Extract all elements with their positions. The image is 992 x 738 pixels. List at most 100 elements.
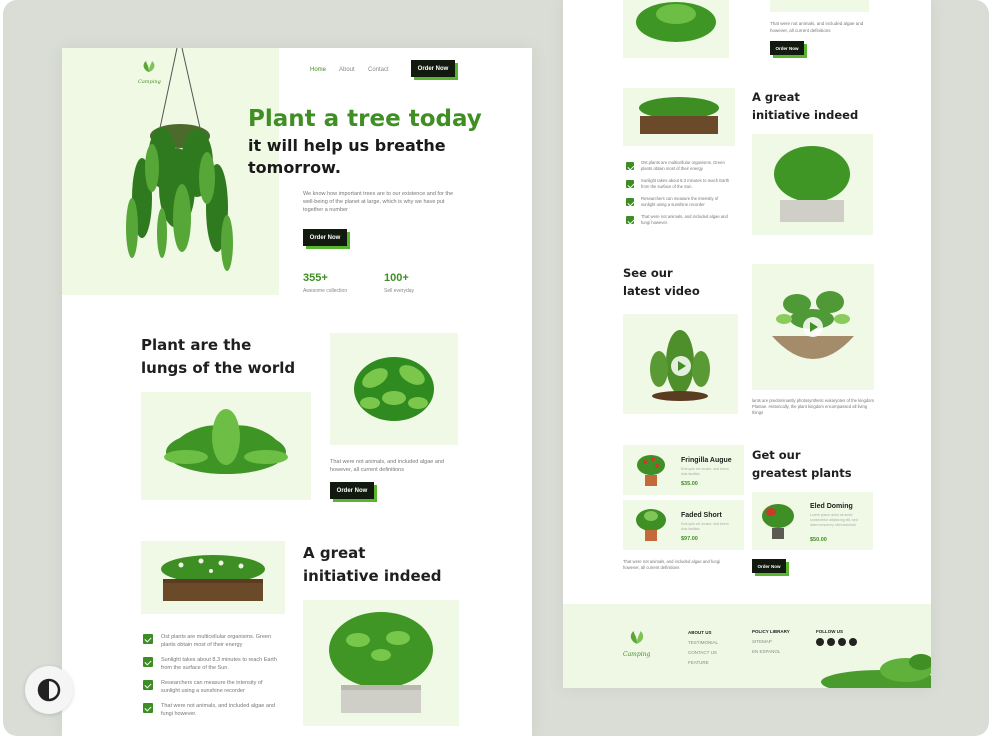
product-desc: Erat quis vel ornare, sed lorem duis fac…	[681, 467, 729, 476]
hanging-plant-image	[126, 48, 233, 271]
initiative-item-4-small: That were not animals, and included alga…	[641, 214, 728, 225]
play-icon[interactable]	[671, 356, 691, 376]
product-name: Faded Short	[681, 512, 722, 519]
top-right-tile	[770, 0, 869, 12]
landing-page-right: That were not animals, and included alga…	[563, 0, 931, 688]
cactus-video-tile[interactable]	[623, 314, 738, 414]
nav-contact[interactable]: Contact	[368, 67, 389, 73]
top-plant-image	[636, 2, 716, 42]
presentation-backdrop: Camping Home About Contact Order Now Pla…	[3, 0, 989, 736]
product-price: $97.00	[681, 536, 698, 542]
products-title-line2: greatest plants	[752, 466, 852, 480]
initiative-item-2-small: Sunlight takes about 8.3 minutes to reac…	[641, 178, 730, 189]
fern-image-tile	[141, 392, 311, 500]
footer-link-espanol[interactable]: EN ESPANOL	[752, 649, 780, 654]
pot-plant-tile-small	[752, 134, 873, 235]
initiative-title-line2: initiative indeed	[303, 567, 442, 585]
initiative-title-line1-small: A great	[752, 90, 800, 104]
nav-about[interactable]: About	[339, 67, 355, 73]
initiative-item-3: Researchers can measure the intensity of…	[161, 680, 263, 694]
social-icon[interactable]	[816, 638, 824, 646]
product-image-eled-doming	[762, 504, 794, 539]
fern-plant-image	[164, 409, 288, 474]
top-plant-image-tile	[623, 0, 729, 58]
checkmark-icon	[143, 703, 153, 713]
products-order-now-button[interactable]: Order Now	[752, 559, 786, 573]
initiative-item-4: That were not animals, and included alga…	[161, 703, 276, 717]
checkmark-icon	[143, 634, 153, 644]
hero-subtitle-line2: tomorrow.	[248, 158, 341, 177]
potted-plant-image	[329, 612, 433, 713]
products-title-line1: Get our	[752, 448, 801, 462]
lungs-order-now-button[interactable]: Order Now	[330, 482, 374, 499]
footer-link-sitemap[interactable]: SITEMAP	[752, 639, 772, 644]
product-desc: Erat quis vel ornare, sed lorem duis fac…	[681, 522, 729, 531]
dieffenbachia-image-tile	[330, 333, 458, 445]
social-icon[interactable]	[838, 638, 846, 646]
product-name: Eled Doming	[810, 503, 853, 510]
lungs-title-line2: lungs of the world	[141, 359, 296, 377]
initiative-item-1-small: Ost plants are multicellular organisms. …	[641, 160, 725, 171]
product-card-eled-doming[interactable]: Eled Doming Lorem ipsum dolor sit amet, …	[752, 492, 873, 550]
lungs-title-line1: Plant are the	[141, 336, 252, 354]
video-title-line1: See our	[623, 266, 673, 280]
footer-logo[interactable]: Camping	[623, 630, 650, 658]
stat-value-collection: 355+	[303, 272, 328, 284]
footer-heading-follow: FOLLOW US	[816, 629, 843, 634]
nav-home[interactable]: Home	[310, 67, 326, 73]
product-desc: Lorem ipsum dolor sit amet, consectetur …	[810, 513, 858, 527]
product-card-fringilla[interactable]: Fringilla Augue Erat quis vel ornare, se…	[623, 445, 744, 495]
products-note: That were not animals, and included alga…	[623, 559, 721, 570]
landing-page-left: Camping Home About Contact Order Now Pla…	[62, 48, 532, 736]
footer-link-contact[interactable]: CONTACT US	[688, 650, 717, 655]
planter-box-image	[161, 555, 265, 601]
product-price: $35.00	[681, 481, 698, 487]
checkmark-icon	[143, 657, 153, 667]
top-description: That were not animals, and included alga…	[770, 21, 864, 33]
social-icon[interactable]	[849, 638, 857, 646]
product-price: $50.00	[810, 537, 827, 543]
product-image-fringilla	[637, 455, 665, 486]
hero-order-now-button[interactable]: Order Now	[303, 229, 347, 246]
product-name: Fringilla Augue	[681, 457, 732, 464]
hero-description: We know how important trees are to our e…	[303, 191, 454, 213]
video-title-line2: latest video	[623, 284, 700, 298]
theme-toggle-button[interactable]	[25, 666, 73, 714]
dieffenbachia-plant-image	[354, 357, 434, 421]
footer-logo-text: Camping	[623, 651, 651, 658]
video-description: lants are predominantly photosynthetic e…	[752, 398, 874, 415]
initiative-item-1: Ost plants are multicellular organisms. …	[161, 634, 272, 648]
planter-image-tile-small	[623, 88, 735, 146]
planter-image-tile	[141, 541, 285, 614]
hero-subtitle-line1: it will help us breathe	[248, 136, 446, 155]
footer-heading-policy: POLICY LIBRARY	[752, 629, 790, 634]
product-image-faded-short	[636, 509, 666, 541]
nav-order-now-button[interactable]: Order Now	[411, 60, 455, 77]
footer-link-testimonial[interactable]: TESTIMONIAL	[688, 640, 718, 645]
play-icon[interactable]	[803, 317, 823, 337]
footer: Camping ABOUT US TESTIMONIAL CONTACT US …	[563, 604, 931, 688]
checkmark-icon	[626, 162, 634, 170]
product-card-faded-short[interactable]: Faded Short Erat quis vel ornare, sed lo…	[623, 500, 744, 550]
footer-foliage-image	[821, 654, 931, 688]
contrast-icon	[37, 678, 61, 702]
hero-title: Plant a tree today	[248, 106, 482, 132]
stat-label-sell: Sell everyday	[384, 288, 415, 294]
planter-box-image-small	[639, 97, 719, 134]
pot-plant-image-tile	[303, 600, 459, 726]
footer-heading-about: ABOUT US	[688, 630, 712, 635]
lungs-description: That were not animals, and included alga…	[330, 459, 445, 473]
checkmark-icon	[626, 198, 634, 206]
top-order-now-button[interactable]: Order Now	[770, 41, 804, 55]
checkmark-icon	[143, 680, 153, 690]
succulent-video-tile[interactable]	[752, 264, 874, 390]
social-icon[interactable]	[827, 638, 835, 646]
initiative-item-3-small: Researchers can measure the intensity of…	[641, 196, 719, 207]
logo-leaf-icon	[630, 631, 643, 644]
initiative-title-line1: A great	[303, 544, 366, 562]
checkmark-icon	[626, 216, 634, 224]
potted-plant-image-small	[774, 146, 850, 222]
stat-label-collection: Awesome collection	[303, 288, 348, 294]
stat-value-sell: 100+	[384, 272, 409, 284]
footer-link-feature[interactable]: FEATURE	[688, 660, 709, 665]
